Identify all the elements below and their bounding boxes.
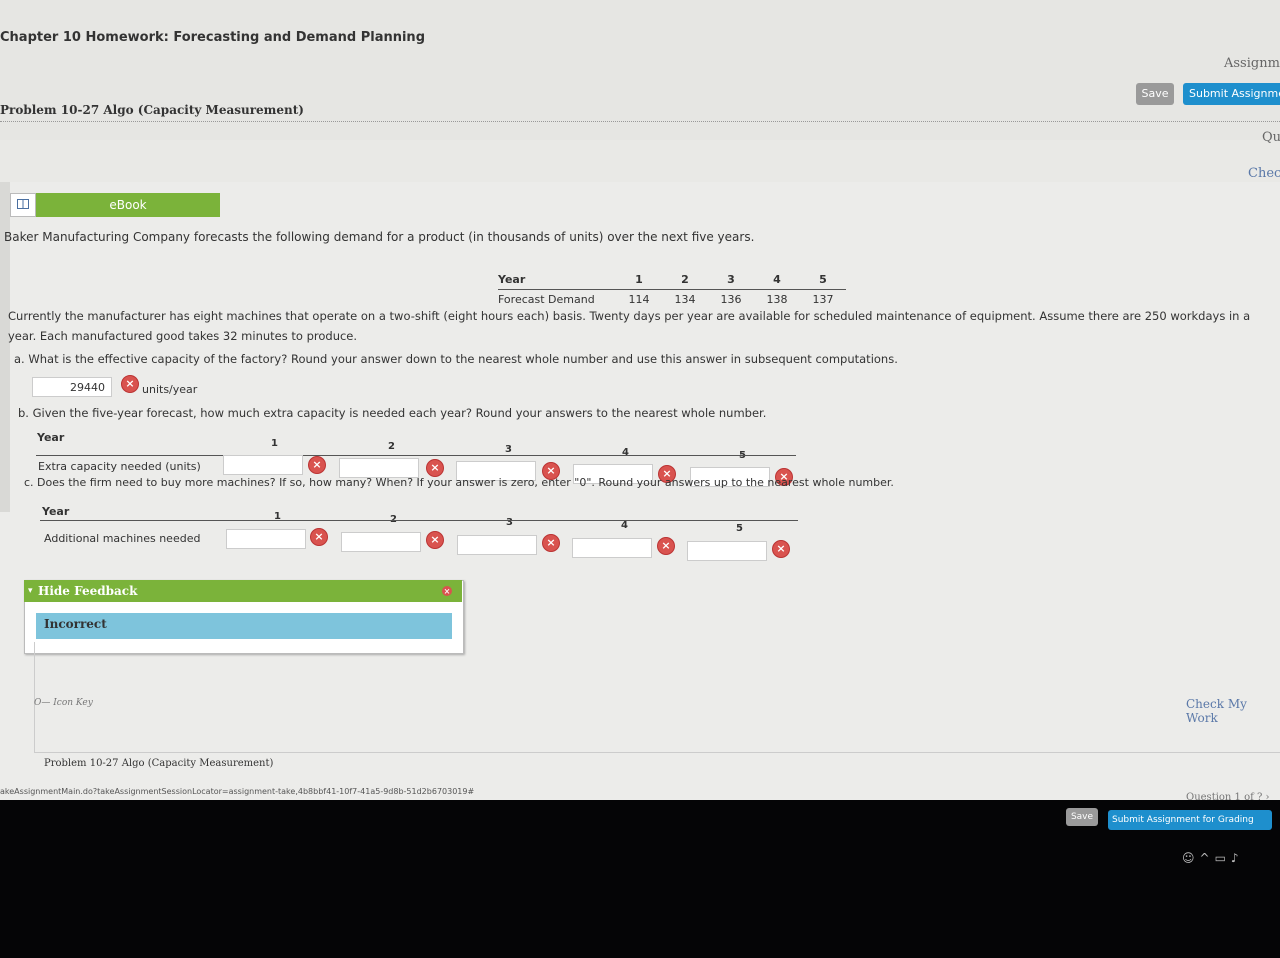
problem-description: Currently the manufacturer has eight mac… [8, 309, 1251, 343]
divider [36, 455, 796, 456]
additional-machines-input-4[interactable] [572, 538, 652, 558]
extra-capacity-input-2[interactable] [339, 458, 419, 478]
assignment-label: Assignme [1224, 56, 1280, 71]
year-cell: 1 [271, 438, 278, 449]
year-cell: 1 [616, 270, 662, 290]
additional-machines-input-1[interactable] [226, 529, 306, 549]
incorrect-icon: × [542, 534, 560, 552]
status-url: akeAssignmentMain.do?takeAssignmentSessi… [0, 787, 475, 796]
year-cell: 3 [506, 517, 513, 528]
year-header: Year [37, 431, 65, 444]
incorrect-icon: × [310, 528, 328, 546]
extra-capacity-label: Extra capacity needed (units) [38, 460, 201, 473]
question-c-text: c. Does the firm need to buy more machin… [24, 476, 894, 489]
network-icon[interactable]: ▭ [1215, 851, 1231, 865]
incorrect-icon: × [657, 537, 675, 555]
effective-capacity-input[interactable]: 29440 [32, 377, 112, 397]
system-tray: ☺^▭♪ [1182, 851, 1244, 865]
year-cell: 2 [388, 441, 395, 452]
question-b-text: b. Given the five-year forecast, how muc… [18, 406, 767, 420]
year-cell: 3 [505, 444, 512, 455]
year-cell: 2 [662, 270, 708, 290]
chapter-title: Chapter 10 Homework: Forecasting and Dem… [0, 30, 425, 45]
incorrect-icon: × [426, 459, 444, 477]
extra-capacity-input-1[interactable] [223, 455, 303, 475]
ebook-button[interactable]: eBook [36, 193, 220, 217]
ebook-icon-button[interactable] [10, 193, 36, 217]
incorrect-icon: × [308, 456, 326, 474]
check-my-work-button[interactable]: Check My Work [1186, 697, 1280, 725]
year-header: Year [498, 270, 616, 290]
divider [34, 752, 1280, 753]
people-icon[interactable]: ☺ [1182, 851, 1200, 865]
year-cell: 5 [800, 270, 846, 290]
problem-title-footer: Problem 10-27 Algo (Capacity Measurement… [44, 758, 274, 769]
incorrect-icon: × [426, 531, 444, 549]
year-cell: 4 [622, 447, 629, 458]
question-label: Qu [1262, 130, 1280, 145]
incorrect-icon: × [121, 375, 139, 393]
forecast-demand-table: Year 1 2 3 4 5 Forecast Demand 114 134 1… [498, 270, 846, 309]
hide-feedback-label: Hide Feedback [38, 584, 138, 598]
year-cell: 4 [621, 520, 628, 531]
submit-for-grading-button[interactable]: Submit Assignment for Grading [1108, 810, 1272, 830]
feedback-status: Incorrect [36, 613, 452, 639]
save-button[interactable]: Save [1136, 83, 1174, 105]
divider [34, 642, 35, 752]
year-header: Year [42, 505, 70, 518]
close-icon[interactable]: × [442, 586, 452, 596]
check-my-work-link[interactable]: Chec [1248, 166, 1280, 181]
table-row: Year 1 2 3 4 5 [498, 270, 846, 290]
divider [40, 520, 798, 521]
unit-label: units/year [142, 383, 198, 396]
assignment-header [0, 0, 1280, 140]
year-cell: 5 [736, 523, 743, 534]
problem-title: Problem 10-27 Algo (Capacity Measurement… [0, 103, 304, 117]
additional-machines-input-3[interactable] [457, 535, 537, 555]
chevron-up-icon[interactable]: ^ [1200, 851, 1215, 865]
incorrect-icon: × [772, 540, 790, 558]
caret-down-icon: ▾ [28, 586, 33, 596]
hide-feedback-toggle[interactable]: ▾ Hide Feedback × [24, 580, 462, 602]
book-icon [17, 199, 29, 209]
additional-machines-input-5[interactable] [687, 541, 767, 561]
year-cell: 3 [708, 270, 754, 290]
save-button[interactable]: Save [1066, 808, 1098, 826]
question-a-text: a. What is the effective capacity of the… [14, 352, 898, 366]
additional-machines-input-2[interactable] [341, 532, 421, 552]
volume-icon[interactable]: ♪ [1231, 851, 1244, 865]
additional-machines-label: Additional machines needed [44, 532, 201, 545]
divider [0, 121, 1280, 124]
submit-assignment-button[interactable]: Submit Assignme [1183, 83, 1280, 105]
problem-intro: Baker Manufacturing Company forecasts th… [4, 230, 755, 244]
year-cell: 4 [754, 270, 800, 290]
icon-key-link[interactable]: O— Icon Key [34, 698, 93, 708]
